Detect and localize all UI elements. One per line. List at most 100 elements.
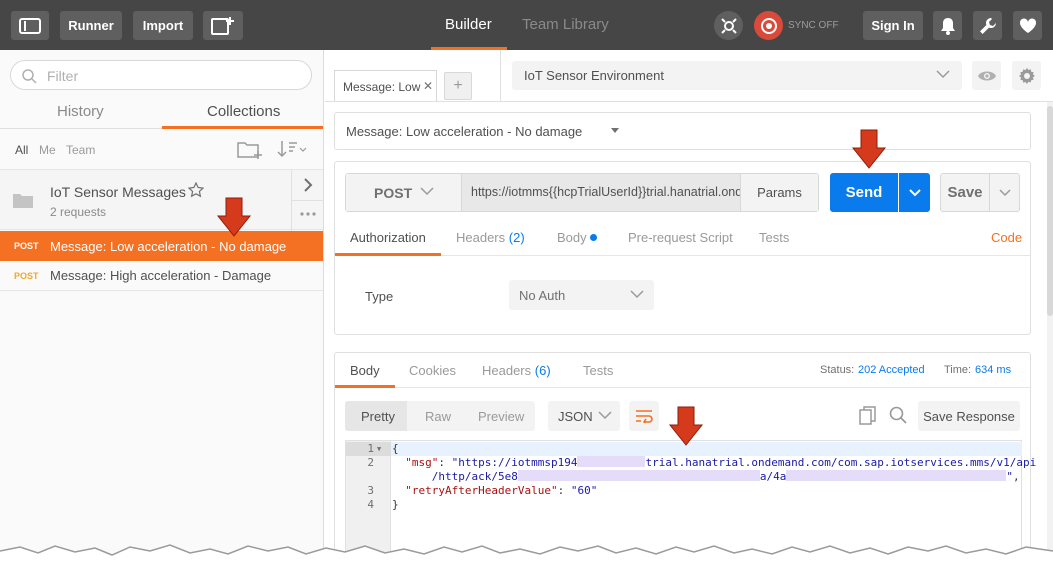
redaction — [577, 456, 646, 467]
scope-team[interactable]: Team — [66, 143, 95, 157]
new-window-icon — [211, 16, 234, 35]
tab-authorization[interactable]: Authorization — [350, 230, 426, 245]
params-button[interactable]: Params — [740, 174, 818, 211]
fold-arrow-icon[interactable]: ▼ — [377, 442, 381, 456]
line-number: 2 — [367, 456, 374, 469]
notifications-button[interactable] — [933, 11, 962, 40]
environment-select[interactable]: IoT Sensor Environment — [512, 61, 962, 90]
bell-icon — [940, 17, 955, 35]
copy-icon[interactable] — [859, 406, 877, 426]
sidebar-toggle-button[interactable] — [11, 11, 49, 40]
sync-button[interactable] — [754, 11, 783, 40]
search-icon[interactable] — [889, 406, 907, 424]
list-item[interactable]: POST Message: Low acceleration - No dama… — [0, 231, 323, 261]
line-number: 1 — [367, 442, 374, 455]
tab-team-library[interactable]: Team Library — [522, 16, 609, 33]
save-button[interactable]: Save — [940, 173, 990, 212]
authorization-tab-indicator — [335, 253, 441, 256]
favorites-button[interactable] — [1013, 11, 1042, 40]
new-folder-icon[interactable] — [237, 139, 263, 159]
tab-response-headers-label: Headers — [482, 363, 532, 378]
tab-body[interactable]: Body — [557, 230, 597, 245]
close-icon[interactable]: ✕ — [423, 79, 433, 93]
save-dropdown-button[interactable] — [989, 173, 1020, 212]
request-tab[interactable]: Message: Low ✕ — [334, 70, 437, 101]
tab-tests[interactable]: Tests — [759, 230, 789, 245]
new-tab-button[interactable] — [203, 11, 243, 40]
tab-collections[interactable]: Collections — [207, 103, 280, 120]
tab-response-headers[interactable]: Headers (6) — [482, 363, 551, 378]
wrap-icon — [636, 410, 653, 423]
caret-down-icon[interactable] — [611, 128, 619, 133]
tab-response-cookies[interactable]: Cookies — [409, 363, 456, 378]
method-badge: POST — [14, 270, 39, 281]
status-value[interactable]: 202 Accepted — [858, 364, 925, 376]
scrollbar-thumb[interactable] — [1047, 106, 1053, 316]
manage-environments-button[interactable] — [1012, 61, 1041, 90]
add-tab-button[interactable]: + — [444, 72, 472, 100]
import-button[interactable]: Import — [133, 11, 193, 40]
url-bar: POST https://iotmms{{hcpTrialUserId}}tri… — [345, 173, 819, 212]
save-response-button[interactable]: Save Response — [918, 401, 1020, 431]
request-builder: POST https://iotmms{{hcpTrialUserId}}tri… — [334, 161, 1031, 335]
body-indicator-dot — [589, 234, 597, 241]
view-pretty[interactable]: Pretty — [361, 409, 395, 424]
scope-me[interactable]: Me — [39, 143, 56, 157]
send-dropdown-button[interactable] — [899, 173, 930, 212]
json-string: /http/ack/5e8 — [431, 470, 518, 483]
chevron-right-icon[interactable] — [302, 178, 314, 192]
search-icon — [22, 69, 37, 84]
tab-builder[interactable]: Builder — [445, 16, 492, 33]
chevron-down-icon — [908, 188, 921, 196]
chevron-down-icon — [630, 290, 644, 299]
code-link[interactable]: Code — [991, 230, 1022, 245]
tab-history[interactable]: History — [57, 103, 104, 120]
time-value[interactable]: 634 ms — [975, 364, 1011, 376]
view-raw[interactable]: Raw — [425, 409, 451, 424]
more-icon[interactable] — [300, 211, 316, 217]
request-tab-label: Message: Low — [343, 80, 421, 94]
send-button[interactable]: Send — [830, 173, 898, 212]
code-line: 3 "retryAfterHeaderValue": "60" — [346, 484, 1022, 498]
runner-button[interactable]: Runner — [60, 11, 122, 40]
method-select[interactable]: POST — [346, 174, 462, 211]
format-select[interactable]: JSON — [548, 401, 620, 431]
main-area: Message: Low ✕ + IoT Sensor Environment … — [325, 50, 1053, 567]
environment-quick-look-button[interactable] — [972, 61, 1001, 90]
request-name-bar[interactable]: Message: Low acceleration - No damage — [334, 112, 1031, 150]
filter-input[interactable]: Filter — [10, 60, 312, 90]
json-string: trial.hanatrial.ondemand.com/com.sap.iot… — [645, 456, 1037, 469]
collection-row[interactable]: IoT Sensor Messages 2 requests — [0, 169, 324, 231]
star-icon[interactable] — [188, 182, 204, 198]
tab-response-tests[interactable]: Tests — [583, 363, 613, 378]
interceptor-button[interactable] — [714, 11, 743, 40]
scope-all[interactable]: All — [15, 143, 28, 157]
code-text: "msg": "https://iotmmsp194 trial.hanatria… — [405, 456, 1037, 469]
environment-label: IoT Sensor Environment — [524, 68, 664, 83]
wrap-lines-button[interactable] — [629, 401, 659, 431]
json-key: "retryAfterHeaderValue" — [405, 484, 558, 497]
list-item[interactable]: POST Message: High acceleration - Damage — [0, 261, 323, 291]
tab-response-body[interactable]: Body — [350, 363, 380, 378]
auth-type-select[interactable]: No Auth — [509, 280, 654, 310]
redaction — [517, 470, 760, 481]
tab-pre-request-script[interactable]: Pre-request Script — [628, 230, 733, 245]
tab-headers[interactable]: Headers (2) — [456, 230, 525, 245]
settings-button[interactable] — [973, 11, 1002, 40]
request-name: Message: High acceleration - Damage — [50, 268, 272, 283]
url-text: https://iotmms{{hcpTrialUserId}}trial.ha… — [471, 185, 740, 199]
annotation-arrow-icon — [216, 197, 252, 237]
view-preview[interactable]: Preview — [478, 409, 524, 424]
chevron-down-icon — [936, 70, 950, 79]
postman-app: Runner Import Builder Team Library SYNC … — [0, 0, 1053, 567]
url-input[interactable]: https://iotmms{{hcpTrialUserId}}trial.ha… — [462, 174, 740, 211]
json-string: " — [1006, 470, 1013, 483]
code-line: 4 } — [346, 498, 1022, 512]
sort-icon[interactable] — [277, 140, 307, 158]
torn-edge — [0, 544, 1053, 567]
sign-in-button[interactable]: Sign In — [863, 11, 923, 40]
code-line: /http/ack/5e8 a/4a ", — [346, 470, 1022, 484]
sync-status: SYNC OFF — [788, 20, 839, 31]
sidebar-icon — [19, 17, 41, 34]
collection-name: IoT Sensor Messages — [50, 184, 186, 200]
